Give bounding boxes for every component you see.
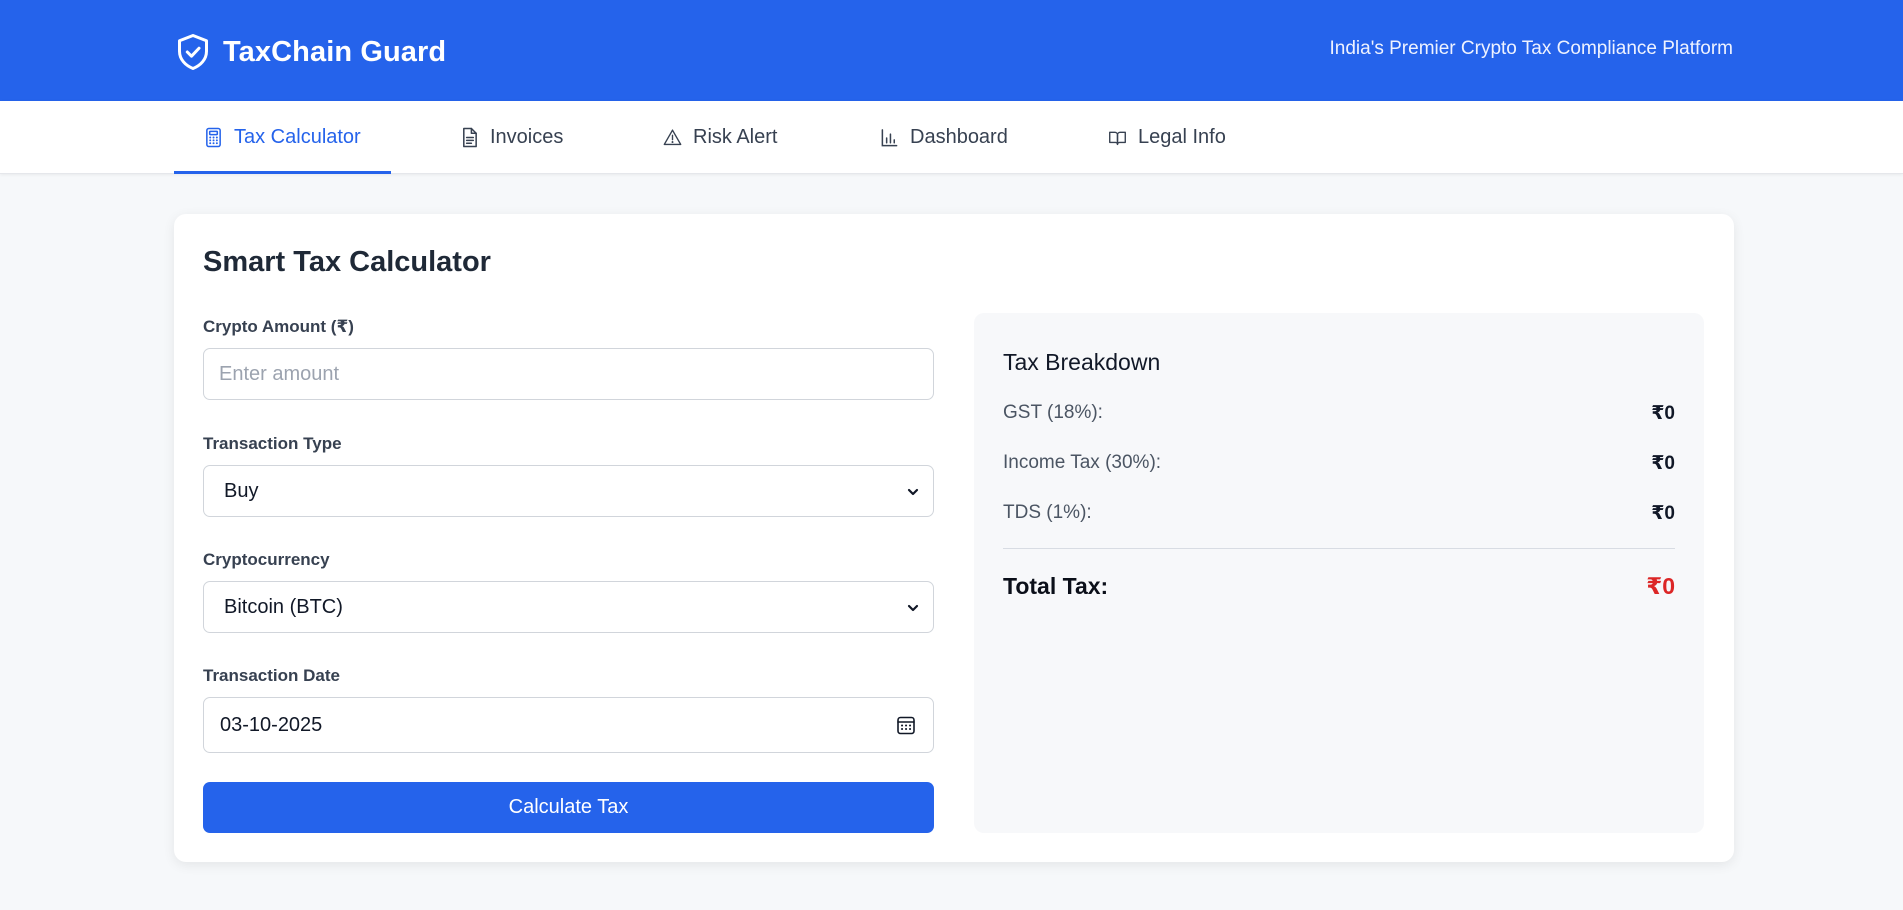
calendar-icon[interactable] [896, 714, 916, 736]
tab-label: Tax Calculator [234, 126, 361, 148]
calculate-tax-button[interactable]: Calculate Tax [203, 782, 934, 833]
bar-chart-icon [880, 127, 899, 148]
page-title: Smart Tax Calculator [203, 246, 491, 278]
amount-label: Crypto Amount (₹) [203, 317, 354, 336]
gst-value: ₹0 [1651, 403, 1675, 424]
tds-label: TDS (1%): [1003, 502, 1092, 523]
tds-row: TDS (1%): ₹0 [1003, 502, 1675, 525]
cryptocurrency-select[interactable]: Bitcoin (BTC) [203, 581, 934, 633]
main-nav: Tax Calculator Invoices Risk Alert Dashb… [0, 101, 1903, 174]
total-tax-value: ₹0 [1646, 573, 1675, 599]
tab-label: Dashboard [910, 126, 1008, 148]
document-icon [460, 127, 479, 148]
shield-check-icon [175, 32, 211, 72]
chevron-down-icon [905, 599, 921, 615]
transaction-type-value: Buy [224, 479, 259, 502]
breakdown-title: Tax Breakdown [1003, 349, 1161, 375]
transaction-date-label: Transaction Date [203, 666, 340, 685]
header-tagline: India's Premier Crypto Tax Compliance Pl… [1329, 38, 1733, 59]
breakdown-divider [1003, 548, 1675, 549]
transaction-date-input[interactable]: 03-10-2025 [203, 697, 934, 753]
tab-tax-calculator[interactable]: Tax Calculator [174, 101, 391, 174]
app-header: TaxChain Guard India's Premier Crypto Ta… [0, 0, 1903, 101]
amount-input[interactable] [203, 348, 934, 400]
calculator-icon [204, 127, 223, 148]
gst-row: GST (18%): ₹0 [1003, 402, 1675, 425]
cryptocurrency-value: Bitcoin (BTC) [224, 595, 343, 618]
tab-label: Invoices [490, 126, 564, 148]
transaction-type-label: Transaction Type [203, 434, 342, 453]
income-tax-row: Income Tax (30%): ₹0 [1003, 452, 1675, 475]
brand[interactable]: TaxChain Guard [175, 30, 446, 74]
tax-breakdown-panel: Tax Breakdown GST (18%): ₹0 Income Tax (… [974, 313, 1704, 833]
tab-invoices[interactable]: Invoices [460, 101, 563, 174]
brand-name: TaxChain Guard [223, 35, 447, 68]
tax-calculator-card: Smart Tax Calculator Crypto Amount (₹) T… [174, 214, 1734, 862]
chevron-down-icon [905, 483, 921, 499]
tab-label: Legal Info [1138, 126, 1226, 148]
warning-icon [663, 127, 682, 148]
cryptocurrency-label: Cryptocurrency [203, 550, 330, 569]
income-tax-label: Income Tax (30%): [1003, 452, 1162, 473]
book-icon [1108, 127, 1127, 148]
tab-label: Risk Alert [693, 126, 778, 148]
tds-value: ₹0 [1651, 503, 1675, 524]
transaction-type-select[interactable]: Buy [203, 465, 934, 517]
total-tax-row: Total Tax: ₹0 [1003, 573, 1675, 600]
income-tax-value: ₹0 [1651, 453, 1675, 474]
tab-legal-info[interactable]: Legal Info [1108, 101, 1226, 174]
gst-label: GST (18%): [1003, 402, 1103, 423]
total-tax-label: Total Tax: [1003, 573, 1109, 599]
tab-dashboard[interactable]: Dashboard [880, 101, 1008, 174]
tab-risk-alert[interactable]: Risk Alert [663, 101, 777, 174]
transaction-date-value: 03-10-2025 [220, 713, 323, 736]
